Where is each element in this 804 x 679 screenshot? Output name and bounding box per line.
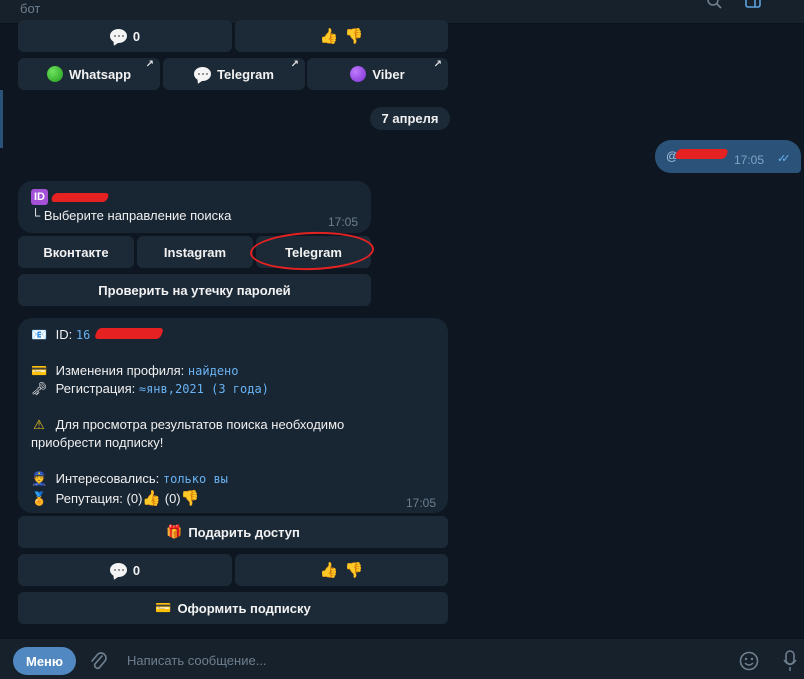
telegram-label: Telegram: [217, 66, 274, 82]
redaction-mark: [93, 328, 165, 339]
reputation-negative: (0): [164, 491, 181, 506]
interested-label: Интересовались:: [55, 471, 160, 486]
thumbs-down-icon: 👎: [180, 490, 200, 507]
envelope-icon: 📧: [31, 327, 48, 342]
id-value: 16: [75, 328, 91, 342]
instagram-button[interactable]: Instagram: [137, 236, 253, 268]
paperclip-icon[interactable]: [88, 650, 108, 672]
external-link-icon: ↗: [290, 59, 299, 70]
viber-label: Viber: [372, 66, 405, 82]
message-time: 17:05: [328, 215, 359, 229]
menu-button[interactable]: Меню: [13, 647, 76, 675]
reputation-positive: (0): [126, 491, 143, 506]
direction-prompt: └ Выберите направление поиска: [31, 208, 232, 223]
viber-link-button[interactable]: Viber ↗: [307, 58, 448, 90]
message-time: 17:05: [734, 153, 765, 167]
medal-icon: 🏅: [31, 491, 48, 506]
message-input[interactable]: Написать сообщение...: [127, 653, 267, 668]
warning-icon: ⚠: [33, 417, 45, 432]
warning-text-2: приобрести подписку!: [31, 435, 164, 450]
comments-count: 0: [132, 562, 141, 578]
redaction-mark: [674, 149, 729, 159]
emoji-icon[interactable]: [739, 651, 759, 671]
thumbs-down-icon: 👎: [344, 562, 364, 579]
credit-card-icon: 💳: [155, 600, 172, 615]
profile-changes-value: найдено: [187, 364, 239, 378]
read-checks-icon: ✓✓: [777, 153, 791, 165]
registration-line: 🗝 Регистрация: ≈янв,2021 (3 года): [31, 381, 269, 397]
chat-area[interactable]: 0 👍 👎 Whatsapp ↗ Telegram ↗ Viber ↗ 7 ап…: [0, 20, 804, 638]
message-time: 17:05: [406, 496, 437, 510]
reputation-line: 🏅 Репутация: (0)👍 (0)👎: [31, 489, 199, 507]
id-badge-icon: ID: [31, 189, 48, 205]
result-message: 📧 ID: 16 💳 Изменения профиля: найдено 🗝 …: [18, 318, 448, 513]
warning-line-1: ⚠ Для просмотра результатов поиска необх…: [31, 417, 344, 433]
whatsapp-link-button[interactable]: Whatsapp ↗: [18, 58, 160, 90]
chat-subtitle: бот: [20, 1, 41, 16]
redaction-mark: [50, 193, 110, 202]
police-officer-icon: 👮: [31, 471, 48, 486]
interested-line: 👮 Интересовались: только вы: [31, 471, 228, 487]
sidebar-toggle-icon[interactable]: [744, 0, 762, 10]
vk-button[interactable]: Вконтакте: [18, 236, 134, 268]
thumbs-up-icon: 👍: [319, 562, 339, 579]
outgoing-message[interactable]: @ 17:05 ✓✓: [655, 140, 801, 173]
thumbs-up-icon: 👍: [142, 490, 162, 507]
id-line: 📧 ID: 16: [31, 327, 90, 343]
registration-label: Регистрация:: [55, 381, 136, 396]
message-input-bar: Меню Написать сообщение...: [0, 638, 804, 679]
green-circle-icon: [46, 66, 63, 82]
key-icon: 🗝: [31, 381, 48, 396]
date-separator: 7 апреля: [370, 107, 450, 130]
warning-text-1: Для просмотра результатов поиска необход…: [55, 417, 345, 432]
direction-message: ID └ Выберите направление поиска 17:05: [18, 181, 371, 233]
gift-access-button[interactable]: 🎁 Подарить доступ: [18, 516, 448, 548]
id-label: ID:: [55, 327, 73, 342]
credit-card-icon: 💳: [31, 363, 48, 378]
speech-bubble-icon: [194, 67, 212, 81]
speech-bubble-icon: [109, 29, 127, 43]
telegram-link-button[interactable]: Telegram ↗: [163, 58, 305, 90]
comments-button[interactable]: 0: [18, 20, 232, 52]
interested-value: только вы: [162, 472, 228, 486]
gift-label: Подарить доступ: [188, 524, 300, 540]
whatsapp-label: Whatsapp: [68, 66, 132, 82]
microphone-icon[interactable]: [783, 650, 797, 672]
external-link-icon: ↗: [145, 59, 154, 70]
comments-count: 0: [132, 28, 141, 44]
registration-value: ≈янв,2021 (3 года): [138, 382, 269, 396]
reputation-label: Репутация:: [55, 491, 123, 506]
telegram-window: бот 0 👍 👎 Whatsapp ↗ Telegram ↗ Viber ↗ …: [0, 0, 804, 679]
thumbs-down-icon: 👎: [344, 28, 364, 45]
thumbs-up-icon: 👍: [319, 28, 339, 45]
leak-check-button[interactable]: Проверить на утечку паролей: [18, 274, 371, 306]
speech-bubble-icon: [109, 563, 127, 577]
comments-button[interactable]: 0: [18, 554, 232, 586]
profile-changes-line: 💳 Изменения профиля: найдено: [31, 363, 239, 379]
gift-icon: 🎁: [166, 524, 183, 539]
vote-button[interactable]: 👍 👎: [235, 20, 448, 52]
search-icon[interactable]: [706, 0, 724, 10]
subscribe-label: Оформить подписку: [177, 600, 311, 616]
external-link-icon: ↗: [433, 59, 442, 70]
profile-changes-label: Изменения профиля:: [55, 363, 185, 378]
purple-circle-icon: [350, 66, 367, 82]
vote-button[interactable]: 👍 👎: [235, 554, 448, 586]
subscribe-button[interactable]: 💳 Оформить подписку: [18, 592, 448, 624]
